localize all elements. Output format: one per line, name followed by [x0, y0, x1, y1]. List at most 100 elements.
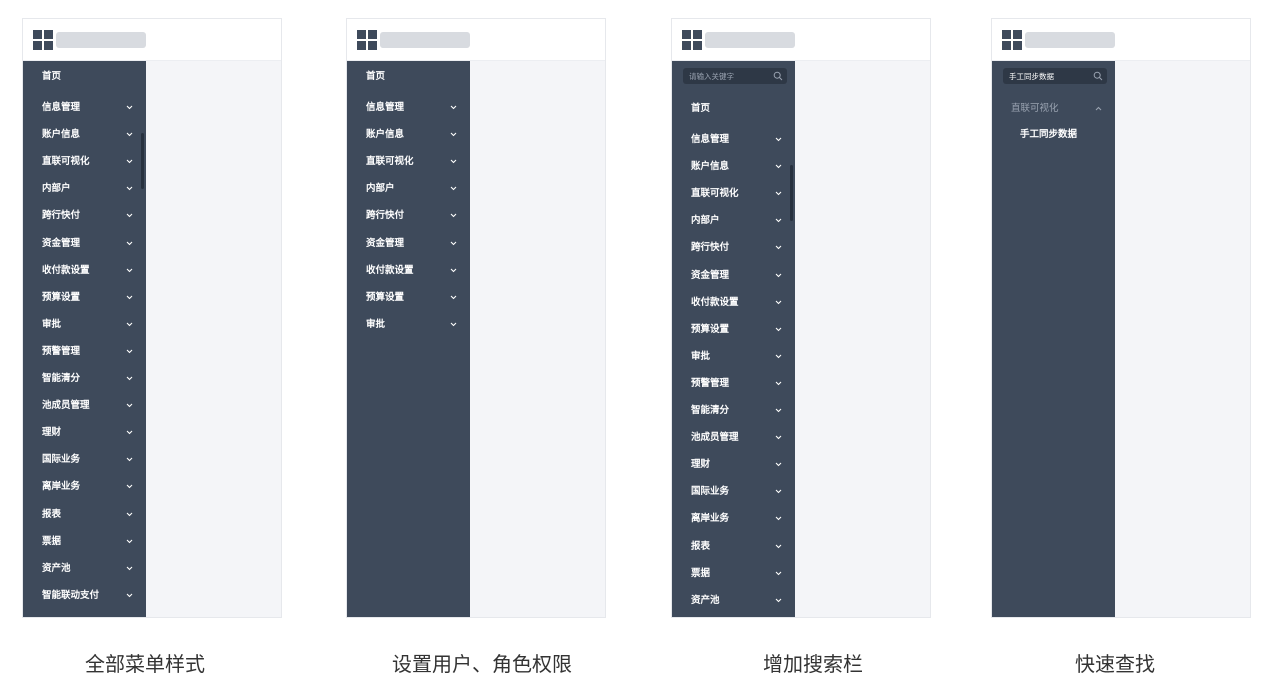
menu-item[interactable]: 离岸业务: [672, 509, 795, 529]
menu-item[interactable]: 账户信息: [672, 157, 795, 177]
menu-item-label: 智能清分: [691, 405, 730, 416]
menu-item-label: 智能联动支付: [42, 589, 100, 601]
menu-item[interactable]: 智能清分: [23, 369, 146, 389]
chevron-down-icon: [125, 401, 134, 410]
menu-item-home[interactable]: 首页: [347, 67, 470, 87]
menu-item[interactable]: 报表: [672, 537, 795, 557]
chevron-down-icon: [774, 406, 783, 415]
menu-search-input[interactable]: [1003, 68, 1089, 84]
menu-item-label: 预警管理: [42, 345, 81, 357]
menu-item[interactable]: 收付款设置: [672, 293, 795, 313]
chevron-down-icon: [774, 487, 783, 496]
menu-item-label: 审批: [691, 350, 711, 362]
menu-item[interactable]: 资金管理: [672, 266, 795, 286]
menu-item[interactable]: 资金管理: [347, 234, 470, 254]
menu-item[interactable]: 直联可视化: [347, 152, 470, 172]
menu-item-label: 票据: [691, 567, 711, 579]
menu-search-box[interactable]: [1003, 68, 1107, 84]
chevron-down-icon: [125, 293, 134, 302]
menu-item-label: 报表: [42, 508, 62, 520]
menu-item[interactable]: 直联可视化: [672, 184, 795, 204]
menu-item-label: 审批: [366, 318, 386, 330]
menu-item[interactable]: 内部户: [347, 179, 470, 199]
menu-item[interactable]: 收付款设置: [347, 261, 470, 281]
menu-search-result[interactable]: 手工同步数据: [992, 125, 1115, 145]
menu-item[interactable]: 国际业务: [672, 482, 795, 502]
search-icon[interactable]: [1093, 71, 1103, 81]
menu-item[interactable]: 智能清分: [672, 401, 795, 421]
menu-item[interactable]: 智能联动支付: [23, 586, 146, 606]
menu-item[interactable]: 票据: [23, 532, 146, 552]
menu-item-home[interactable]: 首页: [23, 67, 146, 87]
menu-item-label: 票据: [42, 535, 62, 547]
menu-item[interactable]: 信息管理: [672, 130, 795, 150]
menu-item-label: 信息管理: [366, 102, 405, 113]
chevron-down-icon: [774, 352, 783, 361]
chevron-down-icon: [125, 591, 134, 600]
menu-item[interactable]: 账户信息: [347, 125, 470, 145]
chevron-down-icon: [774, 596, 783, 605]
sidebar-scrollbar[interactable]: [141, 133, 144, 189]
menu-item[interactable]: 资金管理: [23, 234, 146, 254]
chevron-down-icon: [774, 514, 783, 523]
chevron-down-icon: [449, 239, 458, 248]
menu-item[interactable]: 跨行快付: [347, 206, 470, 226]
chevron-down-icon: [125, 103, 134, 112]
sidebar-scrollbar[interactable]: [790, 165, 793, 221]
app-header: [672, 19, 930, 61]
menu-item[interactable]: 理财: [672, 455, 795, 475]
menu-item-label: 直联可视化: [366, 156, 414, 168]
search-icon[interactable]: [773, 71, 783, 81]
chevron-down-icon: [125, 455, 134, 464]
content-area: [1115, 61, 1250, 617]
menu-item[interactable]: 池成员管理: [672, 428, 795, 448]
menu-item[interactable]: 内部户: [23, 179, 146, 199]
menu-item[interactable]: 池成员管理: [23, 396, 146, 416]
menu-item-label: 信息管理: [691, 134, 730, 145]
menu-item[interactable]: 审批: [347, 315, 470, 335]
menu-item[interactable]: 离岸业务: [23, 477, 146, 497]
menu-item-label: 跨行快付: [42, 210, 81, 222]
menu-item[interactable]: 跨行快付: [23, 206, 146, 226]
menu-item[interactable]: 审批: [23, 315, 146, 335]
menu-item-label: 内部户: [42, 183, 71, 195]
menu-item[interactable]: 审批: [672, 347, 795, 367]
menu-search-box[interactable]: [683, 68, 787, 84]
menu-item[interactable]: 票据: [672, 564, 795, 584]
menu-item-label: 账户信息: [691, 161, 730, 173]
menu-item[interactable]: 预警管理: [672, 374, 795, 394]
menu-search-input[interactable]: [683, 68, 769, 84]
menu-item[interactable]: 资产池: [23, 559, 146, 579]
chevron-down-icon: [125, 374, 134, 383]
menu-item-label: 收付款设置: [691, 296, 739, 308]
menu-item[interactable]: 收付款设置: [23, 261, 146, 281]
menu-item-label: 审批: [42, 318, 62, 330]
chevron-down-icon: [449, 130, 458, 139]
menu-item[interactable]: 预算设置: [672, 320, 795, 340]
menu-item[interactable]: 信息管理: [347, 98, 470, 118]
chevron-down-icon: [125, 157, 134, 166]
menu-item[interactable]: 预算设置: [347, 288, 470, 308]
menu-item[interactable]: 账户信息: [23, 125, 146, 145]
chevron-down-icon: [774, 325, 783, 334]
chevron-down-icon: [125, 510, 134, 519]
menu-item[interactable]: 报表: [23, 505, 146, 525]
menu-item[interactable]: 理财: [23, 423, 146, 443]
app-header: [23, 19, 281, 61]
menu-item[interactable]: 预算设置: [23, 288, 146, 308]
menu-group-expanded[interactable]: 直联可视化: [992, 99, 1115, 119]
menu-item-label: 账户信息: [42, 129, 81, 141]
menu-item[interactable]: 资产池: [672, 591, 795, 611]
panel-caption: 快速查找: [1075, 652, 1155, 676]
menu-item-home[interactable]: 首页: [672, 99, 795, 119]
grid-logo-icon: [33, 30, 53, 50]
menu-item[interactable]: 直联可视化: [23, 152, 146, 172]
app-title-placeholder: [56, 32, 146, 48]
menu-item[interactable]: 跨行快付: [672, 238, 795, 258]
menu-item-label: 首页: [366, 71, 386, 82]
menu-item[interactable]: 信息管理: [23, 98, 146, 118]
menu-item-label: 账户信息: [366, 129, 405, 141]
menu-item[interactable]: 预警管理: [23, 342, 146, 362]
menu-item[interactable]: 国际业务: [23, 450, 146, 470]
menu-item[interactable]: 内部户: [672, 211, 795, 231]
